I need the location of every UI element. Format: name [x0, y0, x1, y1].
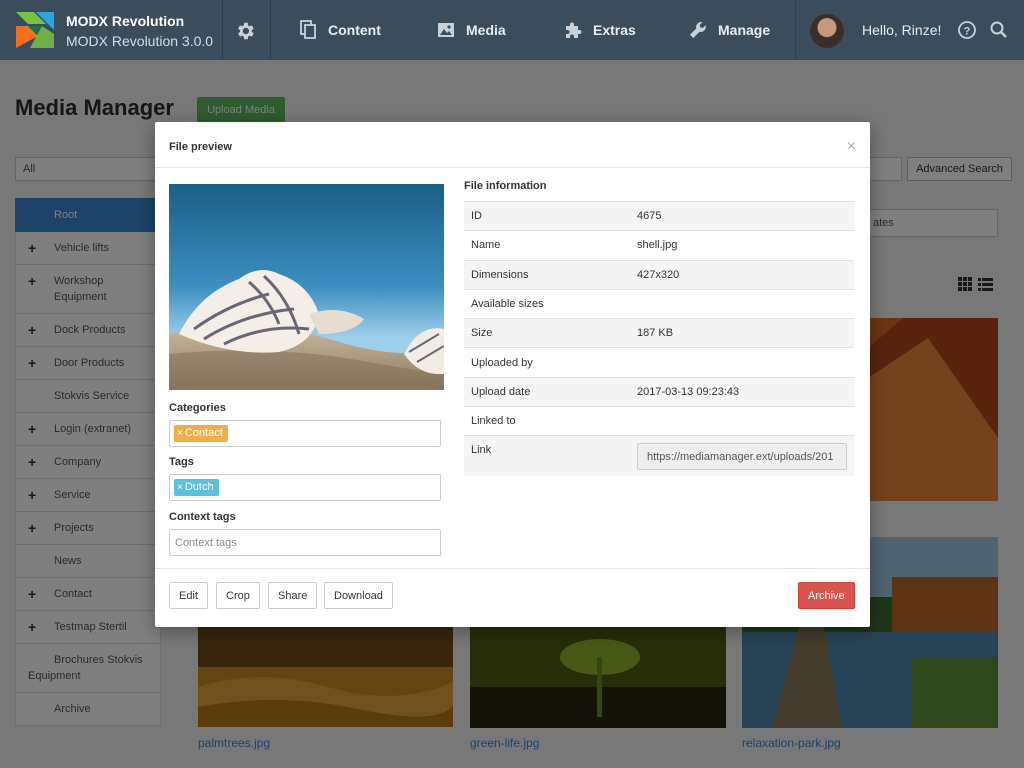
help-icon[interactable]: ?: [957, 20, 977, 40]
nav-media[interactable]: Media: [436, 0, 506, 60]
context-tags-field[interactable]: [169, 529, 441, 556]
file-preview-modal: File preview × Categories ×Contact Tags: [155, 122, 870, 627]
file-information-table: ID 4675 Name shell.jpg Dimensions 427x320 Avai…: [464, 200, 854, 476]
info-row: Linked to: [464, 406, 854, 436]
link-input[interactable]: [637, 443, 847, 471]
modx-logo-icon: [16, 12, 54, 48]
info-key: Uploaded by: [464, 347, 630, 378]
tags-field[interactable]: × Dutch: [169, 474, 441, 501]
link-cell: [630, 435, 854, 476]
modal-footer: Edit Crop Share Download Archive: [155, 568, 870, 627]
edit-button[interactable]: Edit: [169, 582, 208, 609]
context-tags-label: Context tags: [169, 511, 236, 523]
info-row-link: Link: [464, 435, 854, 476]
info-key: Dimensions: [464, 259, 630, 290]
info-row: ID 4675: [464, 200, 854, 231]
info-value: [630, 347, 854, 378]
info-value: 2017-03-13 09:23:43: [630, 376, 854, 407]
crop-button[interactable]: Crop: [216, 582, 260, 609]
info-value: 4675: [630, 200, 854, 231]
divider: [222, 0, 223, 60]
info-key: Name: [464, 230, 630, 261]
info-value: 427x320: [630, 259, 854, 290]
info-row: Name shell.jpg: [464, 230, 854, 261]
modal-title: File preview: [169, 141, 232, 153]
brand-name: MODX Revolution: [66, 13, 185, 29]
brand-version: MODX Revolution 3.0.0: [66, 33, 214, 49]
info-key: Size: [464, 318, 630, 348]
file-information-title: File information: [464, 180, 547, 192]
info-key: Upload date: [464, 376, 630, 407]
modal-header: File preview ×: [155, 122, 870, 168]
avatar[interactable]: [810, 14, 844, 48]
nav-media-label: Media: [466, 22, 506, 38]
categories-label: Categories: [169, 402, 226, 414]
tag-chip[interactable]: × Dutch: [174, 479, 219, 496]
share-button[interactable]: Share: [268, 582, 318, 609]
info-row: Size 187 KB: [464, 318, 854, 348]
divider: [270, 0, 271, 60]
category-tag[interactable]: × Contact: [174, 425, 228, 442]
nav-manage[interactable]: Manage: [688, 0, 770, 60]
svg-text:?: ?: [964, 26, 971, 38]
remove-tag-icon[interactable]: ×: [177, 428, 183, 439]
nav-content[interactable]: Content: [298, 0, 381, 60]
category-tag-label: Contact: [184, 427, 223, 439]
search-icon[interactable]: [989, 20, 1009, 40]
info-value: shell.jpg: [630, 230, 854, 261]
archive-button[interactable]: Archive: [798, 582, 855, 609]
nav-content-label: Content: [328, 22, 381, 38]
context-tags-input[interactable]: [174, 534, 436, 551]
tag-chip-label: Dutch: [184, 481, 214, 493]
download-button[interactable]: Download: [324, 582, 393, 609]
nav-extras-label: Extras: [593, 22, 636, 38]
info-key: Available sizes: [464, 288, 630, 319]
documents-icon: [300, 20, 316, 39]
nav-extras[interactable]: Extras: [563, 0, 636, 60]
info-value: 187 KB: [630, 318, 854, 348]
divider: [795, 0, 796, 60]
wrench-icon: [690, 22, 706, 38]
remove-tag-icon[interactable]: ×: [177, 482, 183, 493]
brand[interactable]: MODX Revolution MODX Revolution 3.0.0: [0, 0, 222, 60]
nav-manage-label: Manage: [718, 22, 771, 38]
info-row: Upload date 2017-03-13 09:23:43: [464, 376, 854, 407]
info-value: [630, 288, 854, 319]
top-navbar: MODX Revolution MODX Revolution 3.0.0 Co…: [0, 0, 1024, 60]
image-preview: [169, 184, 444, 390]
gear-icon[interactable]: [234, 20, 256, 42]
link-label: Link: [464, 435, 630, 476]
user-greeting[interactable]: Hello, Rinze!: [862, 22, 941, 38]
image-icon: [438, 23, 454, 37]
info-row: Uploaded by: [464, 347, 854, 378]
info-row: Dimensions 427x320: [464, 259, 854, 290]
info-value: [630, 406, 854, 436]
close-icon[interactable]: ×: [847, 138, 856, 156]
tags-label: Tags: [169, 456, 194, 468]
puzzle-icon: [566, 22, 582, 38]
categories-field[interactable]: × Contact: [169, 420, 441, 447]
info-key: ID: [464, 200, 630, 231]
info-key: Linked to: [464, 406, 630, 436]
info-row: Available sizes: [464, 288, 854, 319]
